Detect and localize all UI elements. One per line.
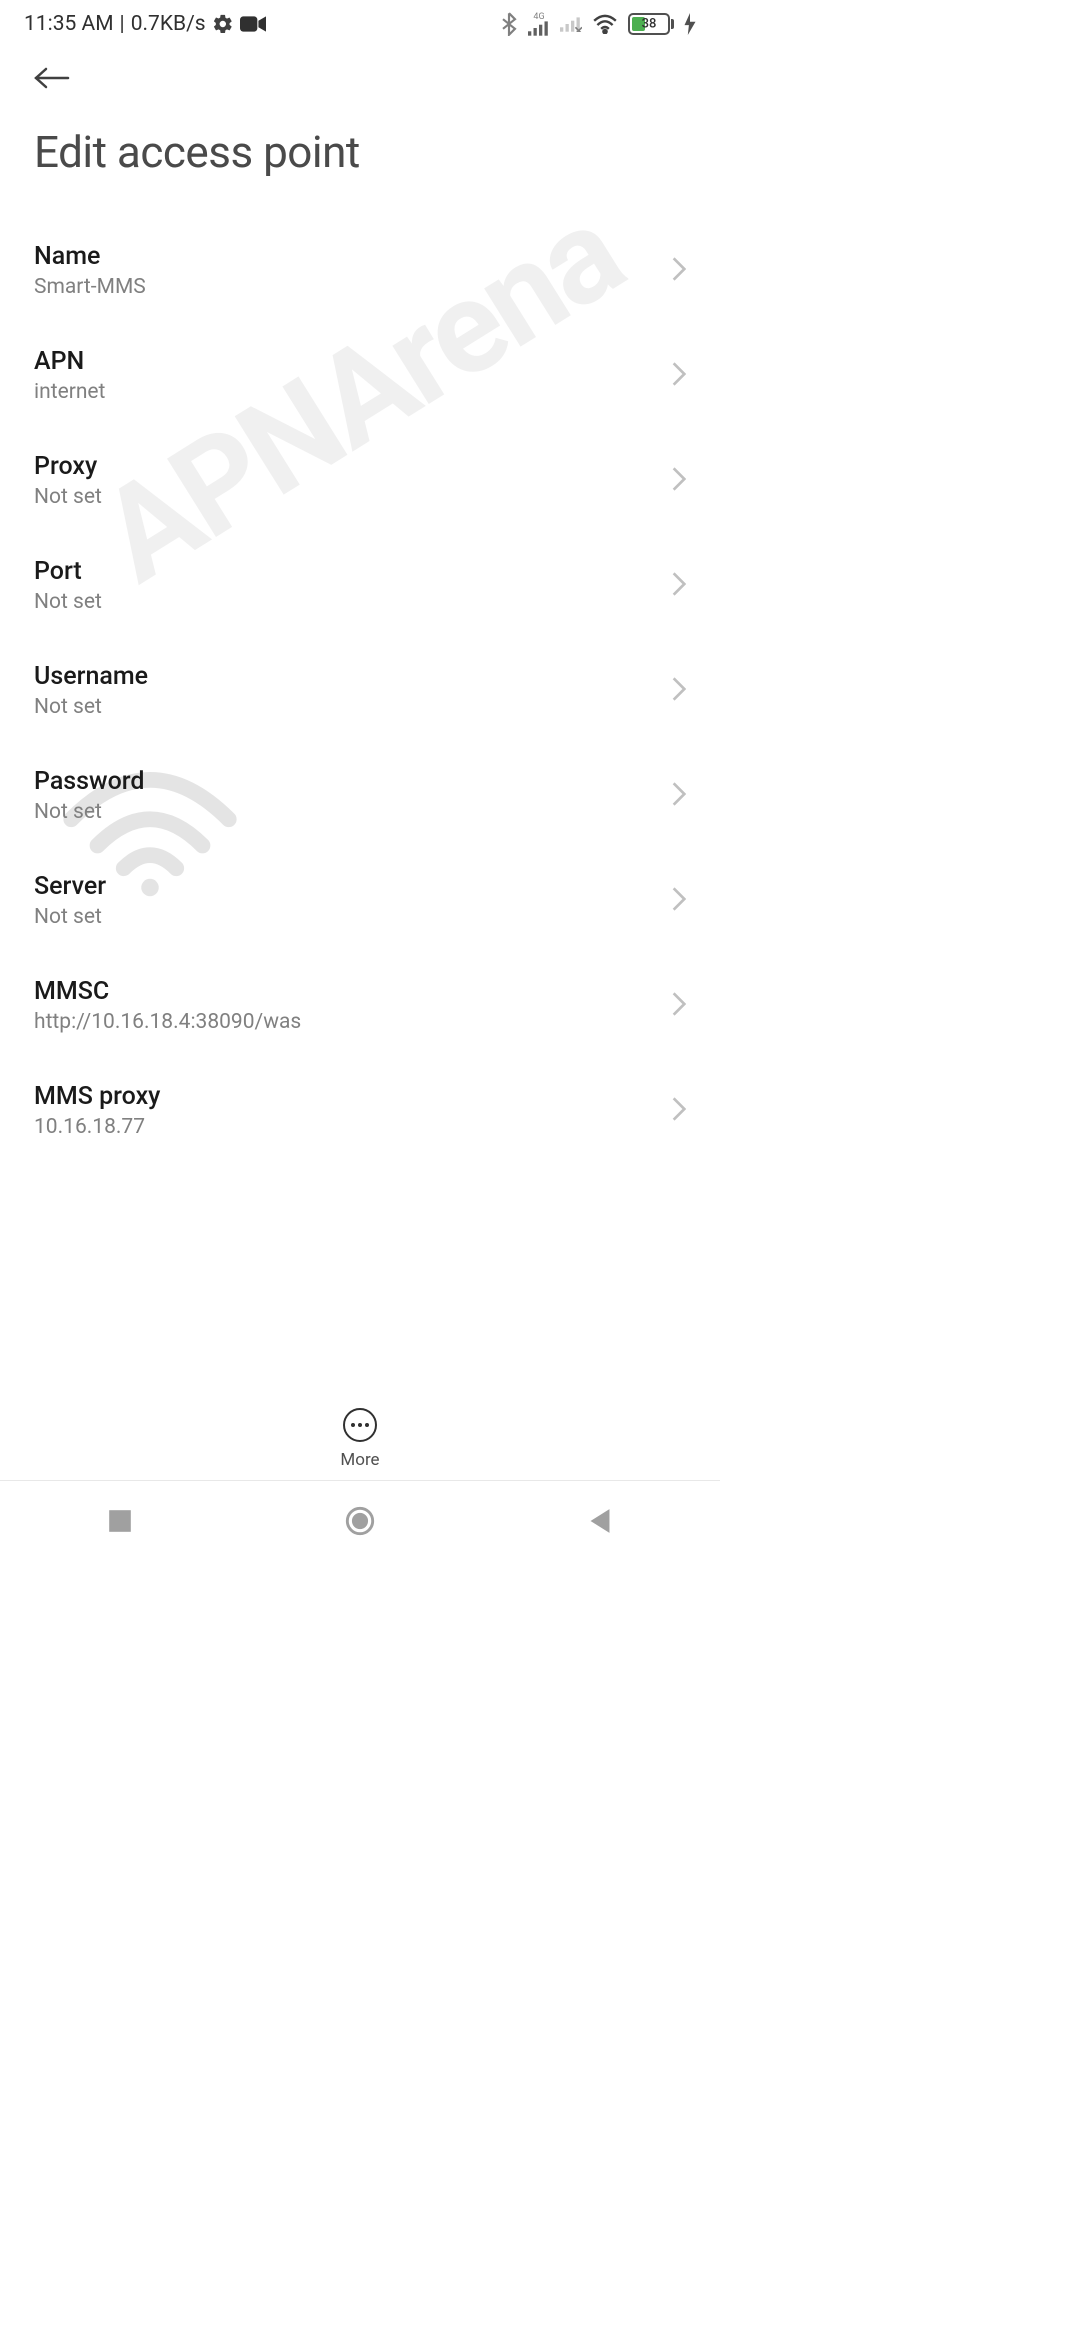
setting-label: Server xyxy=(34,872,660,901)
nav-home-button[interactable] xyxy=(310,1506,410,1536)
status-bar: 11:35 AM | 0.7KB/s 4G 38 xyxy=(0,0,720,44)
video-camera-icon xyxy=(240,15,266,33)
setting-label: Name xyxy=(34,242,660,271)
setting-row-name[interactable]: Name Smart-MMS xyxy=(34,218,686,323)
setting-row-mms-proxy[interactable]: MMS proxy 10.16.18.77 xyxy=(34,1058,686,1163)
square-icon xyxy=(108,1509,132,1533)
setting-row-password[interactable]: Password Not set xyxy=(34,743,686,848)
status-right-group: 4G 38 xyxy=(500,12,696,36)
setting-label: MMS proxy xyxy=(34,1082,660,1111)
setting-value: Not set xyxy=(34,590,660,614)
status-time: 11:35 AM xyxy=(24,12,114,36)
chevron-right-icon xyxy=(672,362,686,390)
setting-row-apn[interactable]: APN internet xyxy=(34,323,686,428)
header-nav xyxy=(0,44,720,100)
signal-secondary-icon xyxy=(560,16,582,32)
chevron-right-icon xyxy=(672,887,686,915)
status-left-group: 11:35 AM | 0.7KB/s xyxy=(24,12,266,36)
chevron-right-icon xyxy=(672,257,686,285)
setting-value: Not set xyxy=(34,695,660,719)
triangle-left-icon xyxy=(589,1508,611,1534)
setting-value: Not set xyxy=(34,485,660,509)
setting-value: internet xyxy=(34,380,660,404)
setting-value: Smart-MMS xyxy=(34,275,660,299)
setting-value: Not set xyxy=(34,905,660,929)
page-title: Edit access point xyxy=(0,100,720,218)
setting-label: Username xyxy=(34,662,660,691)
nav-back-button[interactable] xyxy=(550,1508,650,1534)
signal-icon xyxy=(528,20,550,36)
back-button[interactable] xyxy=(30,56,74,100)
signal-primary-group: 4G xyxy=(528,12,550,36)
setting-value: http://10.16.18.4:38090/was xyxy=(34,1010,660,1034)
setting-label: Port xyxy=(34,557,660,586)
more-button[interactable]: More xyxy=(0,1400,720,1470)
more-horizontal-icon xyxy=(343,1408,377,1442)
setting-label: APN xyxy=(34,347,660,376)
battery-percent: 38 xyxy=(642,17,657,32)
gear-icon xyxy=(212,13,234,35)
setting-row-port[interactable]: Port Not set xyxy=(34,533,686,638)
system-nav-bar xyxy=(0,1480,720,1560)
circle-icon xyxy=(345,1506,375,1536)
arrow-left-icon xyxy=(32,64,72,92)
chevron-right-icon xyxy=(672,992,686,1020)
setting-row-mmsc[interactable]: MMSC http://10.16.18.4:38090/was xyxy=(34,953,686,1058)
battery-indicator: 38 xyxy=(628,13,674,35)
wifi-icon xyxy=(592,14,618,34)
setting-label: Proxy xyxy=(34,452,660,481)
status-divider: | xyxy=(120,12,125,36)
setting-label: Password xyxy=(34,767,660,796)
setting-row-username[interactable]: Username Not set xyxy=(34,638,686,743)
charging-icon xyxy=(684,13,696,35)
setting-row-proxy[interactable]: Proxy Not set xyxy=(34,428,686,533)
nav-recent-button[interactable] xyxy=(70,1509,170,1533)
setting-value: 10.16.18.77 xyxy=(34,1115,660,1139)
chevron-right-icon xyxy=(672,572,686,600)
bluetooth-icon xyxy=(500,12,518,36)
chevron-right-icon xyxy=(672,1097,686,1125)
chevron-right-icon xyxy=(672,782,686,810)
chevron-right-icon xyxy=(672,467,686,495)
setting-row-server[interactable]: Server Not set xyxy=(34,848,686,953)
settings-list: APNArena Name Smart-MMS APN internet Pro… xyxy=(0,218,720,1163)
setting-value: Not set xyxy=(34,800,660,824)
setting-label: MMSC xyxy=(34,977,660,1006)
chevron-right-icon xyxy=(672,677,686,705)
status-data-rate: 0.7KB/s xyxy=(131,12,206,36)
more-label: More xyxy=(340,1450,379,1470)
